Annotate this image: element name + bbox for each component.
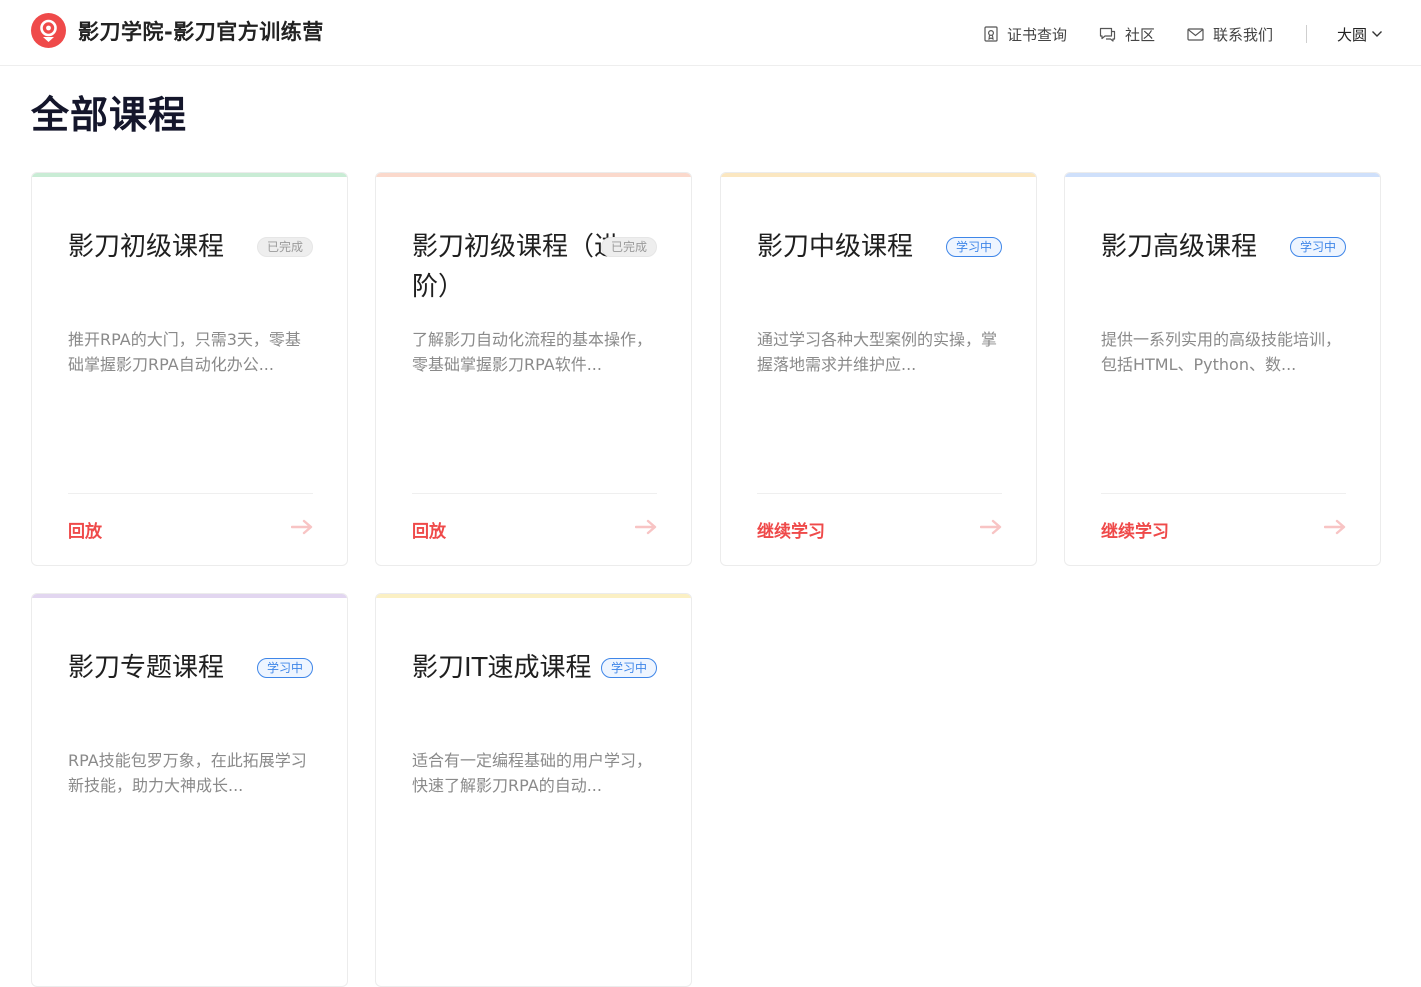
course-description: 了解影刀自动化流程的基本操作，零基础掌握影刀RPA软件...	[412, 330, 653, 374]
card-divider	[412, 493, 657, 494]
card-accent-bar	[32, 594, 347, 598]
course-card[interactable]: 影刀初级课程（进阶） 已完成 了解影刀自动化流程的基本操作，零基础掌握影刀RPA…	[375, 172, 692, 566]
top-nav: 证书查询 社区 联系我们 大圆	[984, 22, 1383, 46]
course-description: RPA技能包罗万象，在此拓展学习新技能，助力大神成长...	[68, 751, 307, 795]
status-badge: 已完成	[256, 237, 313, 257]
card-accent-bar	[1065, 173, 1380, 177]
page-title: 全部课程	[31, 93, 188, 137]
course-title: 影刀IT速成课程	[412, 653, 592, 683]
brand[interactable]: 影刀学院-影刀官方训练营	[31, 13, 324, 48]
arrow-right-icon[interactable]	[635, 519, 657, 535]
course-card[interactable]: 影刀初级课程 已完成 推开RPA的大门，只需3天，零基础掌握影刀RPA自动化办公…	[31, 172, 348, 566]
nav-contact-us[interactable]: 联系我们	[1187, 24, 1273, 45]
course-description: 提供一系列实用的高级技能培训，包括HTML、Python、数...	[1101, 330, 1342, 374]
arrow-right-icon[interactable]	[291, 519, 313, 535]
certificate-icon	[984, 26, 998, 42]
course-card[interactable]: 影刀IT速成课程 学习中 适合有一定编程基础的用户学习，快速了解影刀RPA的自动…	[375, 593, 692, 987]
nav-certificate-label: 证书查询	[1006, 25, 1067, 44]
card-divider	[1101, 493, 1346, 494]
brand-title: 影刀学院-影刀官方训练营	[78, 19, 324, 44]
nav-certificate-query[interactable]: 证书查询	[984, 24, 1067, 45]
status-badge: 学习中	[600, 658, 657, 678]
user-name: 大圆	[1336, 25, 1367, 44]
course-description: 通过学习各种大型案例的实操，掌握落地需求并维护应...	[757, 330, 998, 374]
arrow-right-icon[interactable]	[980, 519, 1002, 535]
course-card[interactable]: 影刀高级课程 学习中 提供一系列实用的高级技能培训，包括HTML、Python、…	[1064, 172, 1381, 566]
course-card[interactable]: 影刀专题课程 学习中 RPA技能包罗万象，在此拓展学习新技能，助力大神成长...	[31, 593, 348, 987]
status-badge: 学习中	[945, 237, 1002, 257]
course-description: 适合有一定编程基础的用户学习，快速了解影刀RPA的自动...	[412, 751, 653, 795]
chevron-down-icon	[1372, 31, 1382, 37]
continue-learning-button[interactable]: 继续学习	[1101, 517, 1169, 542]
nav-community[interactable]: 社区	[1099, 24, 1155, 45]
card-divider	[68, 493, 313, 494]
course-title: 影刀初级课程（进阶）	[412, 232, 621, 302]
course-title: 影刀高级课程	[1101, 232, 1258, 262]
course-card[interactable]: 影刀中级课程 学习中 通过学习各种大型案例的实操，掌握落地需求并维护应... 继…	[720, 172, 1037, 566]
top-navigation-bar: 影刀学院-影刀官方训练营 证书查询 社区 联系我们 大圆	[0, 0, 1421, 66]
chat-bubble-icon	[1099, 27, 1116, 42]
card-accent-bar	[376, 594, 691, 598]
logo-icon	[31, 13, 66, 48]
course-title: 影刀初级课程	[68, 232, 225, 262]
arrow-right-icon[interactable]	[1324, 519, 1346, 535]
nav-contact-label: 联系我们	[1212, 25, 1273, 44]
course-title: 影刀专题课程	[68, 653, 225, 683]
continue-learning-button[interactable]: 继续学习	[757, 517, 825, 542]
mail-icon	[1187, 27, 1204, 41]
replay-button[interactable]: 回放	[412, 517, 446, 542]
card-accent-bar	[721, 173, 1036, 177]
user-menu[interactable]: 大圆	[1337, 24, 1383, 45]
card-accent-bar	[376, 173, 691, 177]
status-badge: 学习中	[1289, 237, 1346, 257]
course-description: 推开RPA的大门，只需3天，零基础掌握影刀RPA自动化办公...	[68, 330, 301, 374]
course-title: 影刀中级课程	[757, 232, 914, 262]
card-accent-bar	[32, 173, 347, 177]
nav-community-label: 社区	[1124, 25, 1155, 44]
replay-button[interactable]: 回放	[68, 517, 102, 542]
nav-divider	[1305, 25, 1307, 43]
card-divider	[757, 493, 1002, 494]
status-badge: 已完成	[600, 237, 657, 257]
status-badge: 学习中	[256, 658, 313, 678]
